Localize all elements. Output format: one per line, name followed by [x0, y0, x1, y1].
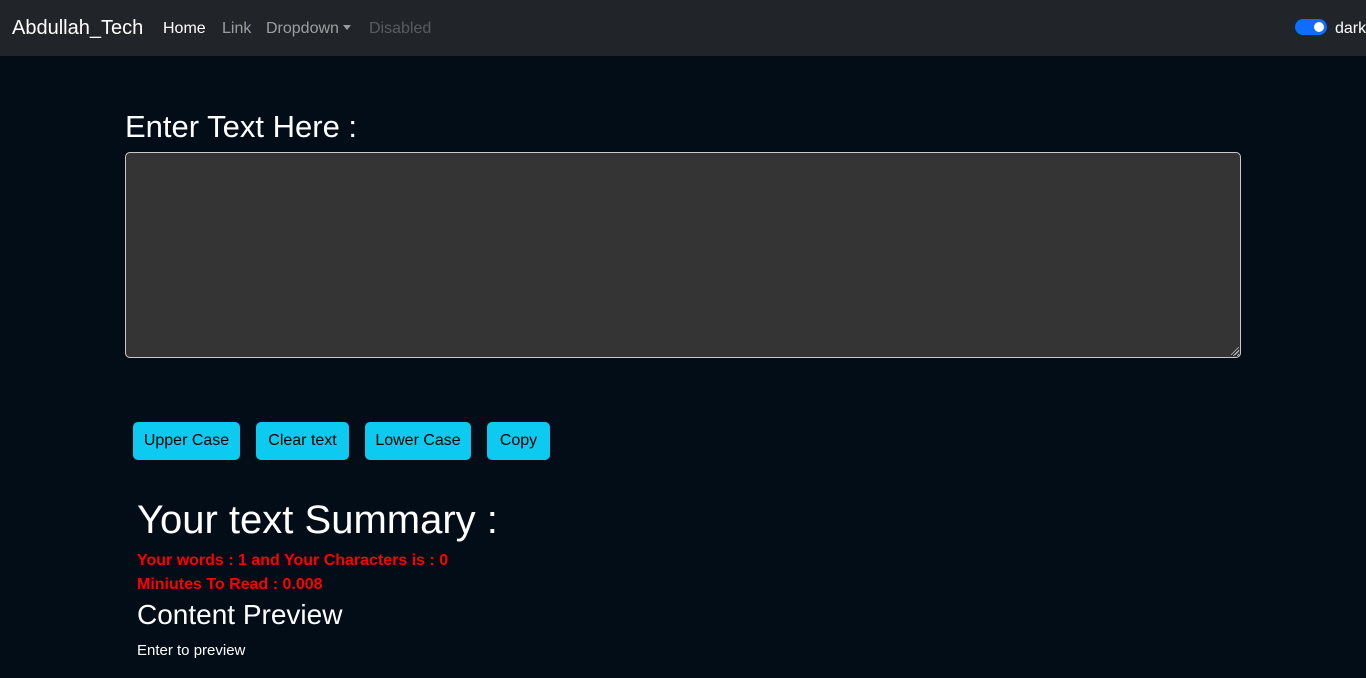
word-count-text: Your words : 1 and Your Characters is : … — [137, 552, 449, 569]
dark-mode-toggle[interactable] — [1295, 19, 1327, 35]
reading-time-text: Miniutes To Read : 0.008 — [137, 576, 323, 593]
clear-text-button[interactable]: Clear text — [256, 422, 349, 460]
preview-heading: Content Preview — [137, 599, 343, 630]
enter-text-heading: Enter Text Here : — [125, 109, 358, 144]
copy-button[interactable]: Copy — [487, 422, 550, 460]
preview-text: Enter to preview — [137, 642, 246, 659]
nav-dropdown-label: Dropdown — [266, 20, 339, 37]
nav-link[interactable]: Link — [222, 19, 251, 38]
nav-disabled-link: Disabled — [369, 20, 432, 37]
toggle-knob — [1314, 22, 1324, 32]
lower-case-button[interactable]: Lower Case — [365, 422, 471, 460]
nav-home-link[interactable]: Home — [163, 19, 206, 38]
navbar: Abdullah_Tech Home Link Dropdown Disable… — [0, 0, 1366, 56]
summary-heading: Your text Summary : — [137, 498, 498, 542]
resize-handle-icon[interactable] — [1231, 347, 1239, 355]
dark-mode-label: dark — [1335, 20, 1366, 37]
upper-case-button[interactable]: Upper Case — [133, 422, 240, 460]
nav-dropdown-toggle[interactable]: Dropdown — [266, 19, 351, 38]
brand-link[interactable]: Abdullah_Tech — [12, 16, 143, 40]
text-input-area[interactable] — [125, 152, 1241, 358]
caret-down-icon — [342, 25, 351, 30]
